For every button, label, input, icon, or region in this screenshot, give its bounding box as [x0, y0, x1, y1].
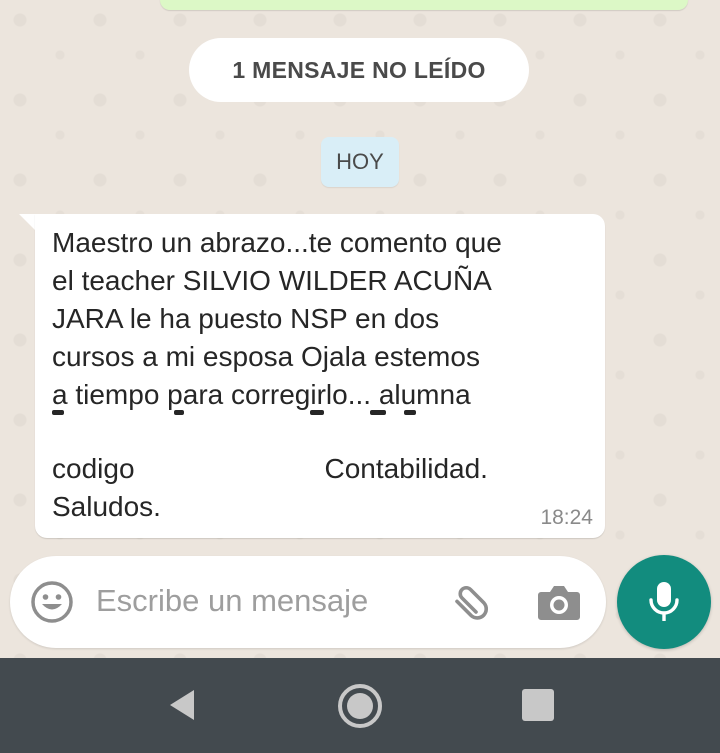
- camera-icon[interactable]: [536, 580, 582, 624]
- message-body: Maestro un abrazo...te comento que el te…: [52, 224, 592, 414]
- message-line: cursos a mi esposa Ojala estemos: [52, 341, 480, 372]
- home-icon[interactable]: [336, 682, 384, 730]
- message-bubble-tail: [19, 214, 36, 231]
- redacted-line: [52, 410, 592, 424]
- message-line: JARA le ha puesto NSP en dos: [52, 303, 440, 334]
- message-body-continued: codigo Contabilidad. Saludos.: [52, 450, 592, 526]
- message-line: Maestro un abrazo...te comento que: [52, 227, 502, 258]
- microphone-button[interactable]: [617, 555, 711, 649]
- unread-banner-text: 1 MENSAJE NO LEÍDO: [232, 56, 486, 83]
- unread-messages-banner: 1 MENSAJE NO LEÍDO: [189, 38, 529, 102]
- back-icon[interactable]: [164, 686, 198, 724]
- emoji-icon[interactable]: [30, 580, 74, 624]
- message-composer: Escribe un mensaje: [10, 556, 606, 648]
- message-input[interactable]: Escribe un mensaje: [96, 583, 426, 619]
- microphone-icon: [649, 582, 679, 621]
- date-separator-text: HOY: [336, 149, 384, 174]
- message-line: el teacher SILVIO WILDER ACUÑA: [52, 265, 492, 296]
- message-timestamp: 18:24: [540, 506, 593, 529]
- codigo-suffix: Contabilidad.: [324, 453, 488, 484]
- incoming-message-bubble[interactable]: Maestro un abrazo...te comento que el te…: [35, 214, 605, 538]
- message-line: a tiempo para corregirlo... alumna: [52, 379, 471, 410]
- previous-outgoing-message[interactable]: [160, 0, 688, 10]
- paperclip-icon[interactable]: [446, 578, 494, 626]
- codigo-label: codigo: [52, 453, 135, 484]
- recent-apps-icon[interactable]: [522, 689, 554, 721]
- system-navigation-bar: [0, 658, 720, 753]
- message-closing: Saludos.: [52, 491, 161, 522]
- date-separator: HOY: [321, 137, 399, 187]
